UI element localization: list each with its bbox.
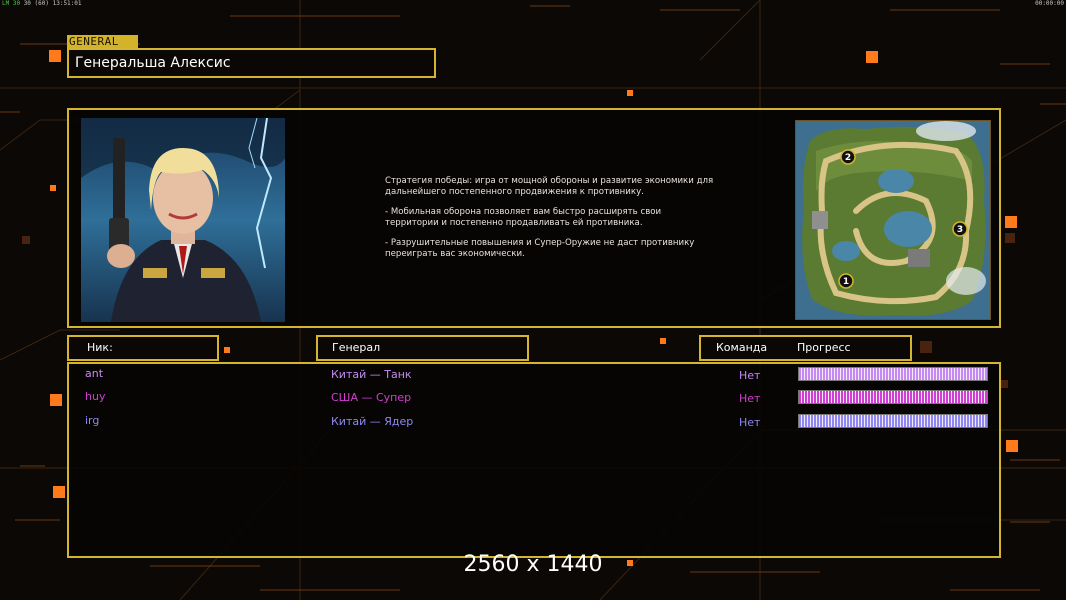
progress-fill — [799, 415, 987, 427]
map-preview: 2 3 1 — [795, 120, 991, 320]
player-team: Нет — [739, 369, 761, 382]
player-general: Китай — Танк — [331, 368, 412, 381]
column-header-progress: Прогресс — [797, 341, 851, 354]
resolution-label: 2560 x 1440 — [463, 552, 603, 577]
description-line-3: - Разрушительные повышения и Супер-Оружи… — [385, 238, 695, 259]
player-list: ant Китай — Танк Нет huy США — Супер Нет… — [67, 362, 1001, 558]
player-nick: huy — [85, 390, 106, 403]
progress-fill — [799, 391, 987, 403]
player-team: Нет — [739, 416, 761, 429]
column-header-team: Команда — [716, 341, 768, 354]
player-row: ant Китай — Танк Нет — [69, 364, 999, 384]
start-position-3: 3 — [957, 225, 963, 235]
general-info-panel: Стратегия победы: игра от мощной обороны… — [67, 108, 1001, 328]
strategy-description: Стратегия победы: игра от мощной обороны… — [385, 176, 715, 269]
player-progress-bar — [798, 414, 988, 428]
start-position-2: 2 — [845, 153, 851, 163]
player-progress-bar — [798, 367, 988, 381]
fps-counter: LM 30 30 (60) 13:51:01 — [2, 0, 82, 7]
player-row: irg Китай — Ядер Нет — [69, 411, 999, 431]
column-header-general: Генерал — [316, 335, 529, 361]
column-header-nick: Ник: — [67, 335, 219, 361]
general-name: Генеральша Алексис — [67, 48, 436, 78]
fps-value: LM 30 — [2, 0, 21, 7]
player-nick: ant — [85, 367, 104, 380]
general-portrait — [81, 118, 285, 322]
clock-left: 13:51:01 — [52, 0, 82, 7]
column-header-team-progress: Команда Прогресс — [699, 335, 912, 361]
progress-fill — [799, 368, 987, 380]
player-row: huy США — Супер Нет — [69, 387, 999, 407]
description-line-1: Стратегия победы: игра от мощной обороны… — [385, 176, 714, 197]
general-tag: GENERAL — [67, 35, 138, 48]
start-position-1: 1 — [843, 277, 849, 287]
description-line-2: - Мобильная оборона позволяет вам быстро… — [385, 207, 662, 228]
clock-right: 00:00:00 — [1035, 0, 1064, 7]
player-nick: irg — [85, 414, 100, 427]
fps-extra: 30 (60) — [23, 0, 49, 7]
player-general: США — Супер — [331, 391, 412, 404]
player-progress-bar — [798, 390, 988, 404]
player-team: Нет — [739, 392, 761, 405]
player-general: Китай — Ядер — [331, 415, 414, 428]
